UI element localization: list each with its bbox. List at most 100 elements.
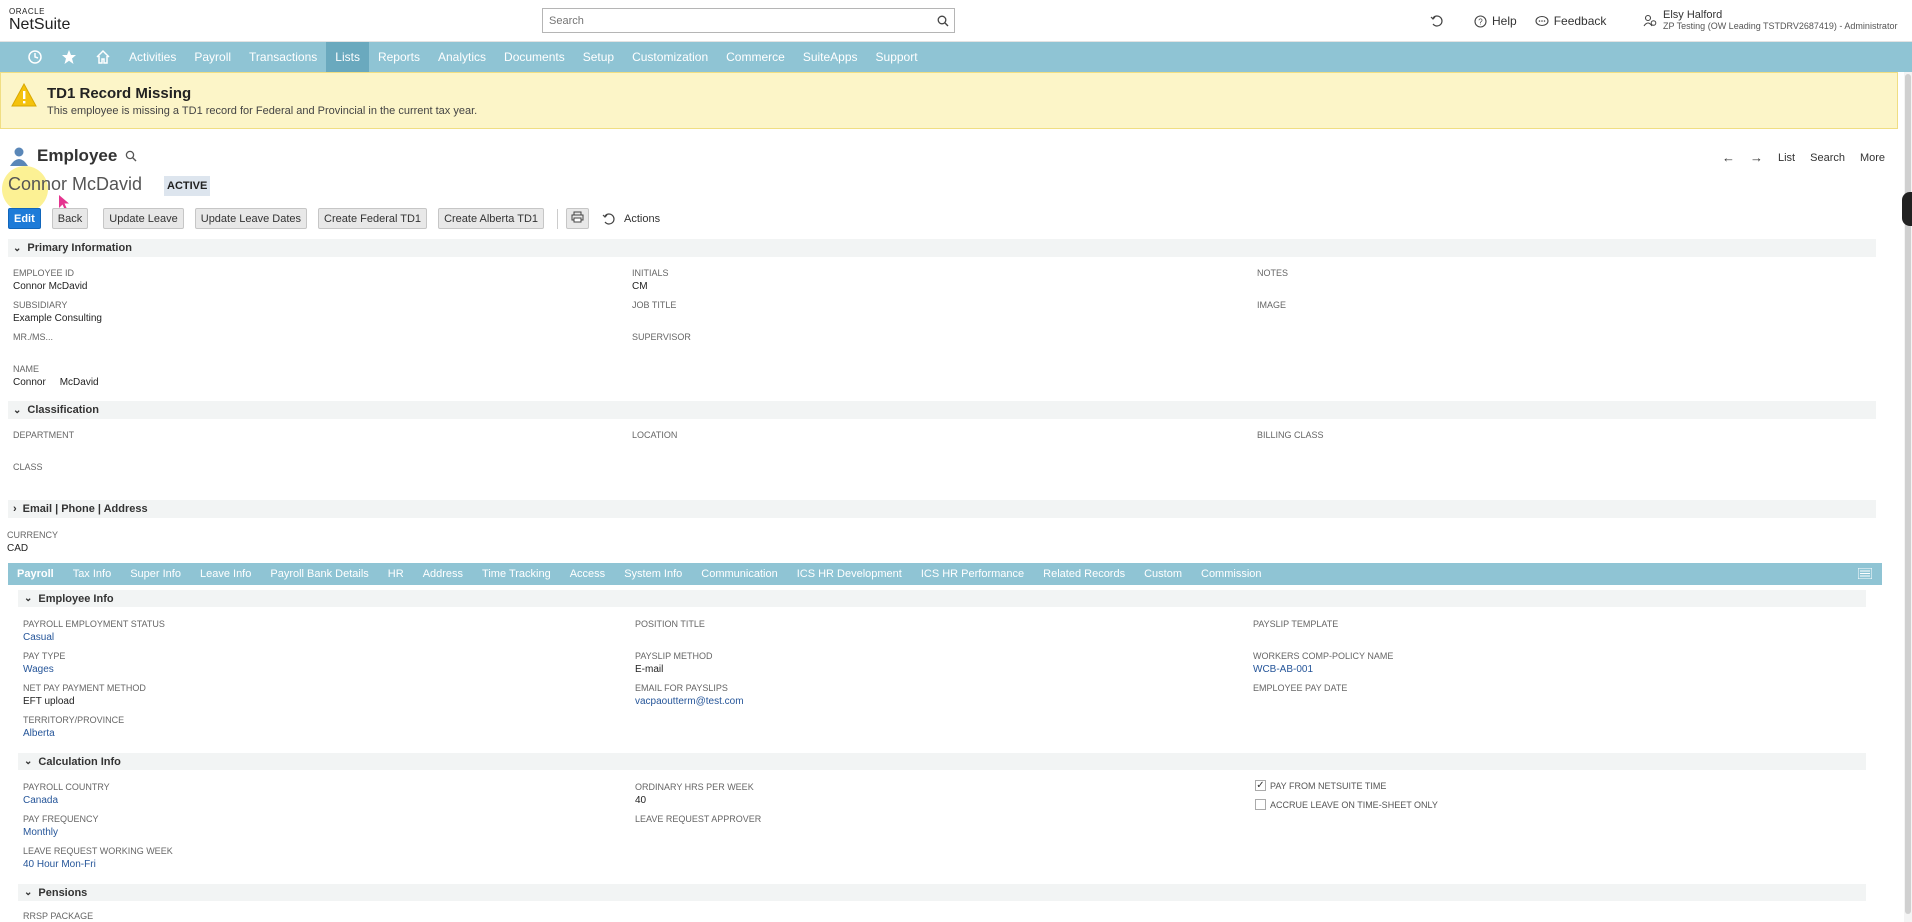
tab-hr[interactable]: HR (388, 568, 404, 580)
nav-customization[interactable]: Customization (623, 42, 717, 72)
feedback-label: Feedback (1553, 14, 1607, 28)
tab-tax-info[interactable]: Tax Info (73, 568, 112, 580)
page-title: Employee (37, 146, 118, 165)
last-name: McDavid (59, 377, 99, 388)
search-link[interactable]: Search (1810, 152, 1845, 164)
nav-reports[interactable]: Reports (369, 42, 429, 72)
create-federal-td1-button[interactable]: Create Federal TD1 (318, 208, 428, 229)
user-menu[interactable]: Elsy Halford ZP Testing (OW Leading TSTD… (1643, 9, 1897, 32)
netsuite-wordmark: NetSuite (9, 16, 71, 33)
side-panel-handle[interactable] (1902, 192, 1912, 226)
pay-from-netsuite-time-checkbox[interactable]: ✓ PAY FROM NETSUITE TIME (1255, 780, 1386, 791)
role-icon (1643, 14, 1657, 27)
home-icon[interactable] (86, 42, 120, 72)
nav-transactions[interactable]: Transactions (240, 42, 326, 72)
netsuite-logo[interactable]: ORACLE NetSuite (9, 8, 70, 33)
recent-icon[interactable] (18, 42, 52, 72)
nav-analytics[interactable]: Analytics (429, 42, 495, 72)
employee-info-header[interactable]: ⌄ Employee Info (18, 590, 1866, 607)
tab-payroll[interactable]: Payroll (17, 568, 54, 580)
alert-message: This employee is missing a TD1 record fo… (47, 105, 478, 117)
action-buttons: Edit Back Update Leave Update Leave Date… (8, 208, 660, 229)
name-field: NAME Connor McDavid (13, 364, 99, 388)
section-title: Pensions (38, 886, 88, 899)
status-badge: ACTIVE (164, 176, 211, 196)
list-link[interactable]: List (1778, 152, 1795, 164)
create-alberta-td1-button[interactable]: Create Alberta TD1 (438, 208, 545, 229)
contact-header[interactable]: › Email | Phone | Address (8, 500, 1876, 518)
tab-access[interactable]: Access (570, 568, 605, 580)
net-pay-method-field: NET PAY PAYMENT METHOD EFT upload (23, 683, 146, 707)
feedback-link[interactable]: Feedback (1535, 14, 1607, 28)
actions-refresh-icon[interactable] (602, 212, 616, 226)
back-button[interactable]: Back (51, 208, 89, 229)
feedback-icon (1535, 15, 1549, 26)
class-field: CLASS (13, 462, 43, 472)
position-title-field: POSITION TITLE (635, 619, 705, 629)
alert-title: TD1 Record Missing (47, 85, 192, 102)
recent-records-icon[interactable] (1430, 14, 1444, 28)
nav-payroll[interactable]: Payroll (185, 42, 240, 72)
nav-suiteapps[interactable]: SuiteApps (794, 42, 867, 72)
payslip-template-field: PAYSLIP TEMPLATE (1253, 619, 1339, 629)
calculation-info-header[interactable]: ⌄ Calculation Info (18, 753, 1866, 770)
top-bar: ORACLE NetSuite ? Help Feedback Elsy Hal… (0, 0, 1912, 42)
record-navigation: ← → List Search More (1722, 150, 1885, 165)
tab-ics-hr-performance[interactable]: ICS HR Performance (921, 568, 1024, 580)
territory-field: TERRITORY/PROVINCE Alberta (23, 715, 125, 739)
help-label: Help (1492, 14, 1517, 28)
ordinary-hours-field: ORDINARY HRS PER WEEK 40 (635, 782, 754, 806)
update-leave-button[interactable]: Update Leave (103, 208, 184, 229)
chevron-down-icon: ⌄ (13, 242, 22, 254)
tab-system-info[interactable]: System Info (624, 568, 682, 580)
workers-comp-field: WORKERS COMP-POLICY NAME WCB-AB-001 (1253, 651, 1394, 675)
tab-leave-info[interactable]: Leave Info (200, 568, 251, 580)
tab-commission[interactable]: Commission (1201, 568, 1262, 580)
help-icon: ? (1474, 14, 1487, 28)
currency-field: CURRENCY CAD (7, 530, 59, 554)
previous-record-arrow-icon[interactable]: ← (1722, 150, 1735, 165)
tab-custom[interactable]: Custom (1144, 568, 1182, 580)
more-link[interactable]: More (1860, 152, 1885, 164)
tab-related-records[interactable]: Related Records (1043, 568, 1125, 580)
payroll-country-field: PAYROLL COUNTRY Canada (23, 782, 110, 806)
tab-address[interactable]: Address (423, 568, 463, 580)
checkbox-unchecked-icon (1255, 799, 1266, 810)
nav-commerce[interactable]: Commerce (717, 42, 794, 72)
favorites-star-icon[interactable] (52, 42, 86, 72)
accrue-leave-checkbox[interactable]: ACCRUE LEAVE ON TIME-SHEET ONLY (1255, 799, 1438, 810)
help-link[interactable]: ? Help (1474, 14, 1517, 28)
tab-ics-hr-development[interactable]: ICS HR Development (797, 568, 902, 580)
search-record-icon[interactable] (125, 150, 137, 162)
section-title: Email | Phone | Address (22, 503, 148, 515)
next-record-arrow-icon[interactable]: → (1750, 150, 1763, 165)
user-name: Elsy Halford (1663, 9, 1723, 21)
edit-button[interactable]: Edit (8, 208, 41, 229)
update-leave-dates-button[interactable]: Update Leave Dates (194, 208, 308, 229)
primary-info-header[interactable]: ⌄ Primary Information (8, 239, 1876, 257)
tab-communication[interactable]: Communication (701, 568, 777, 580)
oracle-wordmark: ORACLE (9, 7, 45, 16)
chevron-down-icon: ⌄ (13, 404, 22, 416)
image-field: IMAGE (1257, 300, 1287, 310)
nav-support[interactable]: Support (867, 42, 927, 72)
classification-header[interactable]: ⌄ Classification (8, 401, 1876, 419)
tab-super-info[interactable]: Super Info (130, 568, 181, 580)
search-input[interactable] (543, 9, 932, 32)
pay-type-field: PAY TYPE Wages (23, 651, 66, 675)
search-icon[interactable] (932, 15, 954, 27)
payslip-method-field: PAYSLIP METHOD E-mail (635, 651, 713, 675)
tab-payroll-bank-details[interactable]: Payroll Bank Details (270, 568, 368, 580)
nav-documents[interactable]: Documents (495, 42, 574, 72)
pensions-header[interactable]: ⌄ Pensions (18, 884, 1866, 901)
actions-menu[interactable]: Actions (624, 213, 660, 225)
nav-activities[interactable]: Activities (120, 42, 185, 72)
tab-menu-icon[interactable] (1858, 568, 1872, 579)
nav-setup[interactable]: Setup (574, 42, 623, 72)
tab-time-tracking[interactable]: Time Tracking (482, 568, 551, 580)
employee-id-field: EMPLOYEE ID Connor McDavid (13, 268, 88, 292)
print-button[interactable] (566, 208, 590, 229)
nav-lists[interactable]: Lists (326, 42, 369, 72)
section-title: Classification (27, 404, 99, 416)
print-icon (571, 211, 584, 223)
